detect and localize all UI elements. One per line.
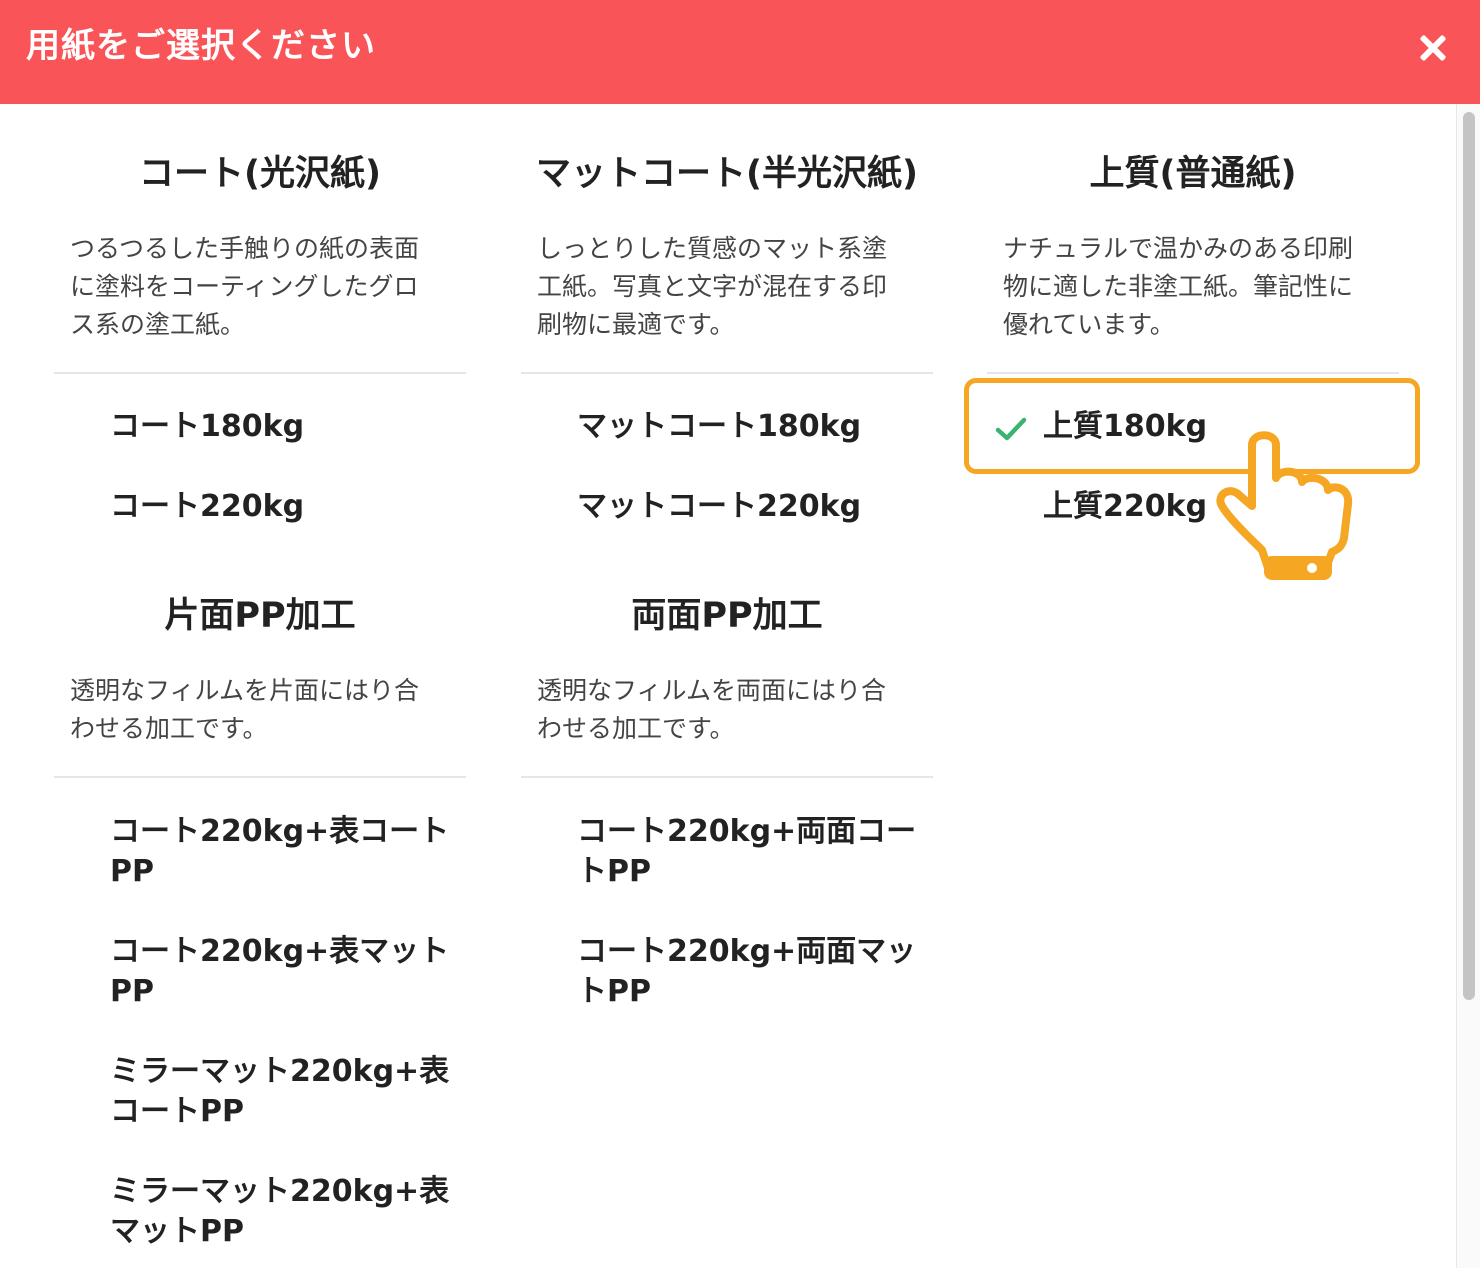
divider (54, 372, 466, 374)
group-description: 透明なフィルムを両面にはり合 わせる加工です。 (537, 672, 919, 748)
desc-line: 物に適した非塗工紙。筆記性に (1003, 272, 1354, 301)
option-coat-220kg-front-matte-pp[interactable]: コート220kg+表マット PP (110, 932, 460, 1012)
option-coat-220kg-double-coat-pp[interactable]: コート220kg+両面コー トPP (577, 812, 927, 892)
desc-line: 透明なフィルムを片面にはり合 (70, 676, 420, 705)
group-title: 両面PP加工 (631, 596, 823, 636)
group-title: 片面PP加工 (164, 596, 356, 636)
desc-line: ナチュラルで温かみのある印刷 (1003, 234, 1354, 263)
option-matte-coat-180kg[interactable]: マットコート180kg (577, 407, 927, 447)
option-line: ミラーマット220kg+表 (110, 1174, 450, 1209)
option-line: コート220kg+両面コー (577, 814, 917, 849)
paper-select-modal: 用紙をご選択ください コート(光沢紙) つるつるした手触りの紙の表面 に塗料をコ… (0, 0, 1480, 1268)
desc-line: 透明なフィルムを両面にはり合 (537, 676, 887, 705)
option-line: マットPP (110, 1214, 244, 1249)
desc-line: わせる加工です。 (70, 714, 268, 743)
modal-title: 用紙をご選択ください (26, 26, 376, 66)
divider (521, 776, 933, 778)
group-description: しっとりした質感のマット系塗 工紙。写真と文字が混在する印 刷物に最適です。 (537, 230, 919, 344)
option-coat-220kg-double-matte-pp[interactable]: コート220kg+両面マッ トPP (577, 932, 927, 1012)
option-line: コート220kg+表マット (110, 934, 450, 969)
option-line: ミラーマット220kg+表 (110, 1054, 450, 1089)
option-line: トPP (577, 854, 651, 889)
modal-header: 用紙をご選択ください (0, 0, 1480, 104)
scrollbar[interactable] (1456, 104, 1480, 1268)
option-line: コート220kg+表コート (110, 814, 450, 849)
hand-pointer-icon (1216, 431, 1353, 580)
group-title: コート(光沢紙) (139, 154, 381, 194)
desc-line: 刷物に最適です。 (537, 310, 735, 339)
close-icon[interactable] (1410, 26, 1454, 70)
divider (54, 776, 466, 778)
desc-line: 優れています。 (1003, 310, 1175, 339)
group-description: 透明なフィルムを片面にはり合 わせる加工です。 (70, 672, 452, 748)
group-description: つるつるした手触りの紙の表面 に塗料をコーティングしたグロ ス系の塗工紙。 (70, 230, 452, 344)
option-coat-180kg[interactable]: コート180kg (110, 407, 460, 447)
group-title: 上質(普通紙) (1089, 154, 1297, 194)
option-coat-220kg-front-coat-pp[interactable]: コート220kg+表コート PP (110, 812, 460, 892)
paper-group-matte-coat: マットコート(半光沢紙) しっとりした質感のマット系塗 工紙。写真と文字が混在す… (521, 150, 933, 570)
desc-line: つるつるした手触りの紙の表面 (70, 234, 420, 263)
group-description: ナチュラルで温かみのある印刷 物に適した非塗工紙。筆記性に 優れています。 (1003, 230, 1385, 344)
paper-group-double-pp: 両面PP加工 透明なフィルムを両面にはり合 わせる加工です。 コート220kg+… (521, 592, 933, 1092)
desc-line: しっとりした質感のマット系塗 (537, 234, 888, 263)
option-line: PP (110, 974, 154, 1009)
desc-line: 工紙。写真と文字が混在する印 (537, 272, 888, 301)
desc-line: わせる加工です。 (537, 714, 735, 743)
scrollbar-thumb[interactable] (1463, 112, 1475, 1000)
option-mirror-matte-220kg-front-coat-pp[interactable]: ミラーマット220kg+表 コートPP (110, 1052, 460, 1132)
option-line: コート220kg+両面マッ (577, 934, 917, 969)
divider (987, 372, 1399, 374)
option-matte-coat-220kg[interactable]: マットコート220kg (577, 487, 927, 527)
option-line: コートPP (110, 1094, 244, 1129)
desc-line: ス系の塗工紙。 (70, 310, 246, 339)
paper-group-coat: コート(光沢紙) つるつるした手触りの紙の表面 に塗料をコーティングしたグロ ス… (54, 150, 466, 570)
group-title: マットコート(半光沢紙) (536, 154, 918, 194)
option-line: トPP (577, 974, 651, 1009)
check-icon (995, 417, 1027, 441)
option-mirror-matte-220kg-front-matte-pp[interactable]: ミラーマット220kg+表 マットPP (110, 1172, 460, 1252)
option-line: PP (110, 854, 154, 889)
paper-group-single-pp: 片面PP加工 透明なフィルムを片面にはり合 わせる加工です。 コート220kg+… (54, 592, 466, 1268)
desc-line: に塗料をコーティングしたグロ (70, 272, 419, 301)
divider (521, 372, 933, 374)
option-coat-220kg[interactable]: コート220kg (110, 487, 460, 527)
